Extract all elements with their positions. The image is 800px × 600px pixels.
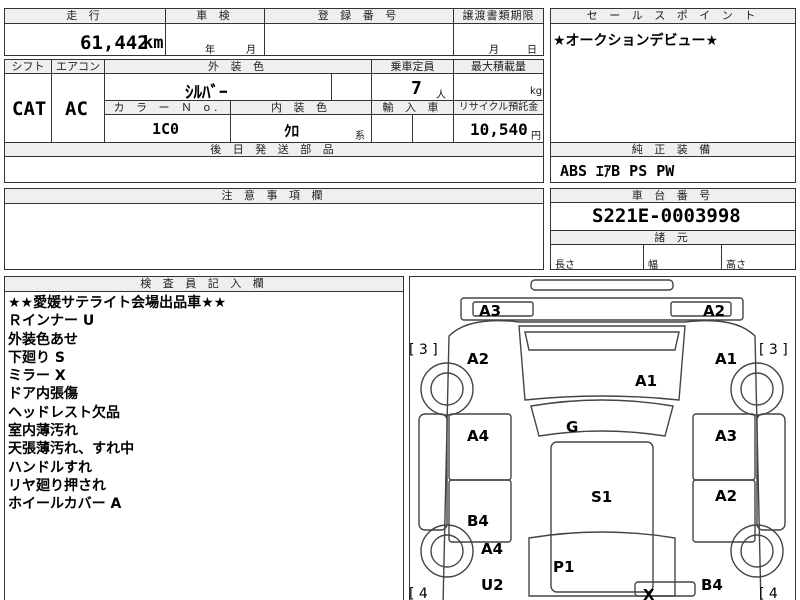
shift-value: CAT — [12, 98, 47, 120]
mark-x: X — [643, 586, 655, 600]
mirror-right — [756, 413, 786, 531]
color-header: 外 装 色 — [104, 59, 372, 74]
note-line: ミラー X — [8, 368, 66, 385]
note-line: ドア内張傷 — [8, 386, 78, 403]
windshield — [530, 399, 674, 437]
inspector-header: 検 査 員 記 入 欄 — [4, 276, 404, 292]
sales-point-box — [550, 8, 796, 143]
hood-front — [524, 331, 680, 351]
shift-header: シフト — [4, 59, 52, 74]
mark-b4-left: B4 — [467, 512, 489, 530]
front-bumper — [530, 279, 674, 291]
note-line: ホイールカバー A — [8, 496, 122, 513]
note-line: ★★愛媛サテライト会場出品車★★ — [8, 295, 227, 311]
specs-height-label: 高さ — [726, 260, 746, 271]
import-header: 輸 入 車 — [371, 100, 454, 115]
color-no-value: 1C0 — [152, 120, 180, 138]
mark-bracket-bottom-right: [ 4 — [759, 586, 778, 600]
mark-a4-left: A4 — [467, 427, 489, 445]
caution-header: 注 意 事 項 欄 — [4, 188, 544, 204]
transfer-day: 日 — [527, 45, 537, 56]
mark-a4-lower: A4 — [481, 540, 503, 558]
color-extra-cell — [331, 73, 372, 101]
equipment-header: 純 正 装 備 — [550, 142, 796, 157]
color-no-header: カ ラ ー Ｎ o. — [104, 100, 231, 115]
mark-g: G — [566, 418, 578, 436]
interior-cell — [230, 114, 372, 143]
note-line: ヘッドレスト欠品 — [8, 404, 120, 421]
interior-value: ｸﾛ — [284, 122, 300, 140]
wheel-rear-left-inner — [430, 534, 464, 568]
transfer-header: 譲渡書類期限 — [453, 8, 544, 24]
registration-header: 登 録 番 号 — [264, 8, 454, 24]
specs-width-label: 幅 — [648, 260, 658, 271]
note-line: リヤ廻り押され — [8, 477, 106, 494]
capacity-unit: 人 — [436, 90, 446, 101]
mirror-left — [418, 413, 448, 531]
mark-u2: U2 — [481, 576, 504, 594]
mark-a2-right: A2 — [715, 487, 737, 505]
wheel-rear-left — [420, 524, 474, 578]
mark-a3-left: A3 — [479, 302, 501, 320]
door-front-left — [448, 413, 512, 481]
inspection-header: 車 検 — [165, 8, 265, 24]
interior-unit: 系 — [355, 131, 365, 142]
door-rear-left — [448, 479, 512, 543]
mark-b4-right: B4 — [701, 576, 723, 594]
car-diagram: A3 A2 [ 3 ] [ 3 ] A2 A1 A1 G A4 A3 S1 A2… — [409, 279, 788, 600]
inspection-month: 月 — [246, 45, 256, 56]
recycle-value: 10,540 — [470, 120, 528, 139]
recycle-header: リサイクル預託金 — [453, 100, 544, 115]
wheel-rear-right — [730, 524, 784, 578]
mark-a1-hood: A1 — [635, 372, 657, 390]
door-front-right — [692, 413, 756, 481]
transfer-month: 月 — [489, 45, 499, 56]
front-panel — [460, 297, 744, 321]
hood — [518, 325, 686, 401]
ac-value: AC — [65, 98, 88, 120]
import-cell-b — [412, 114, 454, 143]
mileage-header: 走 行 — [4, 8, 166, 24]
note-line: 下廻り S — [8, 349, 65, 366]
note-line: Ｒインナー U — [8, 313, 95, 330]
interior-header: 内 装 色 — [230, 100, 372, 115]
note-line: ハンドルすれ — [8, 459, 92, 476]
ac-header: エアコン — [51, 59, 105, 74]
capacity-value: 7 — [411, 78, 422, 99]
body-outline — [442, 319, 762, 600]
mark-bracket-right: [ 3 ] — [759, 342, 788, 358]
mark-a3-right: A3 — [715, 427, 737, 445]
load-header: 最大積載量 — [453, 59, 544, 74]
equipment-value: ABS ｴｱB PS PW — [560, 162, 675, 180]
specs-header: 諸 元 — [550, 230, 796, 245]
registration-cell — [264, 23, 454, 56]
specs-length-label: 長さ — [555, 260, 575, 271]
sales-point-header: セ ー ル ス ポ イ ン ト — [550, 8, 796, 24]
mark-s1: S1 — [591, 488, 612, 506]
mark-a2-left: A2 — [467, 350, 489, 368]
chassis-header: 車 台 番 号 — [550, 188, 796, 203]
mark-p1: P1 — [553, 558, 574, 576]
inspection-year: 年 — [205, 45, 215, 56]
mileage-unit: km — [143, 33, 164, 53]
note-line: 室内薄汚れ — [8, 423, 78, 440]
import-cell-a — [371, 114, 413, 143]
mark-bracket-left: [ 3 ] — [409, 342, 438, 358]
mark-a2-top-right: A2 — [703, 302, 725, 320]
sales-point-text: ★オークションデビュー★ — [553, 33, 719, 49]
capacity-header: 乗車定員 — [371, 59, 454, 74]
mark-a1-right: A1 — [715, 350, 737, 368]
inspector-notes: ★★愛媛サテライト会場出品車★★ Ｒインナー U 外装色あせ 下廻り S ミラー… — [8, 294, 226, 514]
chassis-value: S221E-0003998 — [592, 205, 741, 227]
recycle-unit: 円 — [531, 131, 541, 142]
load-unit: kg — [530, 86, 543, 97]
mark-bracket-bottom-left: [ 4 — [409, 586, 428, 600]
mileage-value: 61,442 — [80, 32, 149, 54]
delivery-header: 後 日 発 送 部 品 — [4, 142, 544, 157]
note-line: 外装色あせ — [8, 331, 78, 348]
note-line: 天張薄汚れ、すれ中 — [8, 441, 135, 458]
wheel-rear-right-inner — [740, 534, 774, 568]
